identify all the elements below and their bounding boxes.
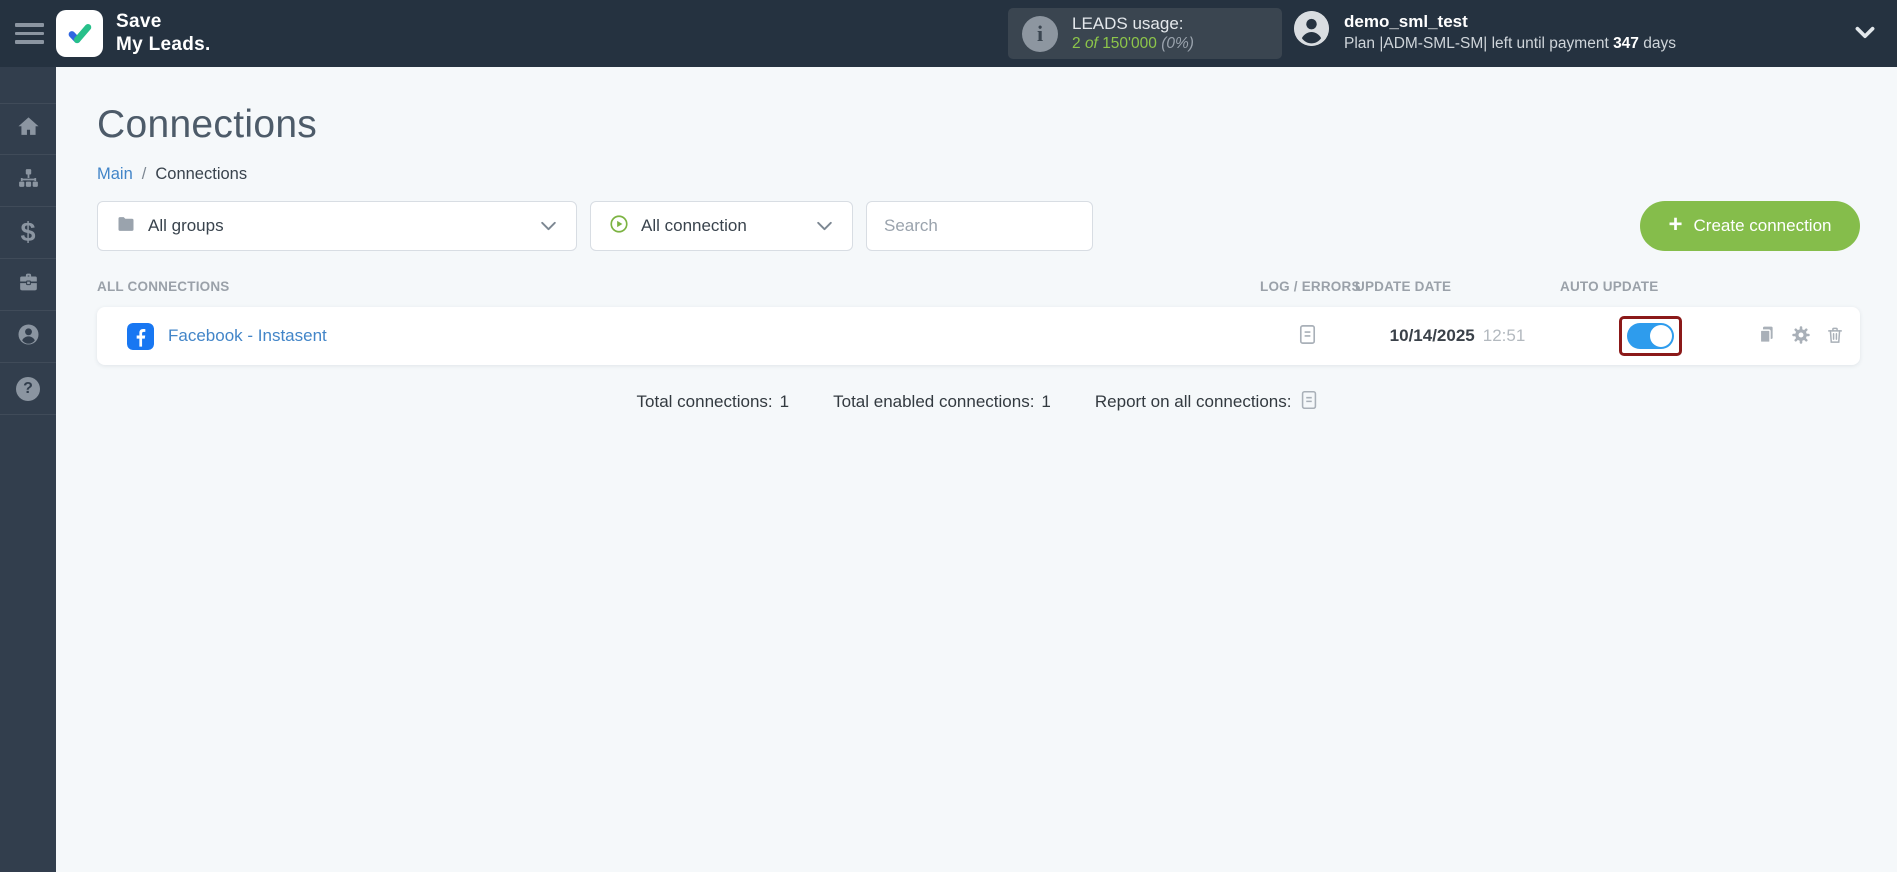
leads-usage-label: LEADS usage: (1072, 14, 1184, 34)
sidebar: $ ? (0, 67, 56, 872)
hamburger-menu-button[interactable] (15, 23, 44, 44)
user-menu[interactable]: demo_sml_test Plan |ADM-SML-SM| left unt… (1294, 11, 1676, 56)
trash-icon (1825, 325, 1845, 348)
total-connections: Total connections: 1 (636, 391, 790, 411)
update-time: 12:51 (1482, 326, 1526, 345)
connection-row: Facebook - Instasent 10/14/2025 12:51 (97, 307, 1860, 365)
connection-filter-dropdown[interactable]: All connection (590, 201, 853, 251)
groups-filter-value: All groups (148, 216, 224, 235)
breadcrumb-separator: / (141, 165, 147, 183)
log-errors-button[interactable] (1296, 323, 1319, 349)
filter-row: All groups All connection + Create conne… (97, 201, 1860, 251)
breadcrumb-current: Connections (155, 165, 248, 183)
leads-usage-value: 2 of 150'000 (0%) (1072, 35, 1194, 53)
sidebar-item-services[interactable] (0, 259, 56, 311)
search-input[interactable] (866, 201, 1093, 251)
top-header: Save My Leads. i LEADS usage: 2 of 150'0… (0, 0, 1897, 67)
chevron-down-icon (815, 219, 834, 233)
profile-icon (16, 322, 41, 352)
sidebar-item-connections[interactable] (0, 155, 56, 207)
settings-connection-button[interactable] (1790, 324, 1812, 349)
sidebar-item-billing[interactable]: $ (0, 207, 56, 259)
avatar (1294, 11, 1329, 46)
breadcrumb: Main / Connections (97, 165, 1860, 184)
leads-usage-badge[interactable]: i LEADS usage: 2 of 150'000 (0%) (1008, 8, 1282, 59)
info-icon: i (1022, 15, 1058, 52)
chevron-down-icon[interactable] (1852, 22, 1878, 49)
total-enabled-connections: Total enabled connections: 1 (833, 391, 1051, 411)
facebook-icon (127, 322, 154, 350)
report-all-connections: Report on all connections: (1095, 389, 1321, 414)
table-header-row: ALL CONNECTIONS LOG / ERRORS UPDATE DATE… (97, 279, 1860, 294)
gear-icon (1790, 324, 1812, 349)
app-logo[interactable]: Save My Leads. (56, 10, 211, 57)
toggle-knob (1649, 325, 1672, 347)
copy-connection-button[interactable] (1756, 324, 1777, 348)
document-icon (1296, 323, 1319, 349)
column-header-update-date: UPDATE DATE (1355, 279, 1452, 294)
home-icon (16, 114, 41, 144)
sidebar-item-home[interactable] (0, 103, 56, 155)
sidebar-item-help[interactable]: ? (0, 363, 56, 415)
chevron-down-icon (539, 219, 558, 233)
help-icon: ? (16, 376, 40, 401)
sitemap-icon (16, 166, 41, 196)
create-connection-button[interactable]: + Create connection (1640, 201, 1860, 251)
plan-info: Plan |ADM-SML-SM| left until payment 347… (1344, 35, 1676, 53)
breadcrumb-main-link[interactable]: Main (97, 165, 133, 184)
report-document-icon (1298, 389, 1320, 414)
copy-icon (1756, 324, 1777, 348)
update-date-cell: 10/14/2025 12:51 (1355, 326, 1560, 346)
connection-filter-value: All connection (641, 216, 747, 235)
update-date: 10/14/2025 (1389, 326, 1475, 345)
username: demo_sml_test (1344, 12, 1468, 31)
billing-icon: $ (20, 217, 36, 247)
folder-icon (116, 214, 136, 239)
play-circle-icon (609, 214, 629, 239)
summary-row: Total connections: 1 Total enabled conne… (97, 389, 1860, 414)
auto-update-toggle-highlight (1618, 316, 1682, 356)
column-header-auto-update: AUTO UPDATE (1560, 279, 1659, 294)
page-title: Connections (97, 103, 318, 146)
column-header-all-connections: ALL CONNECTIONS (97, 279, 230, 294)
column-header-log-errors: LOG / ERRORS (1260, 279, 1361, 294)
sidebar-item-profile[interactable] (0, 311, 56, 363)
main-content: Connections Main / Connections All group… (56, 67, 1897, 872)
report-download-button[interactable] (1298, 389, 1320, 414)
services-icon (16, 270, 41, 300)
logo-text: Save My Leads. (116, 11, 211, 55)
groups-filter-dropdown[interactable]: All groups (97, 201, 577, 251)
plus-icon: + (1668, 211, 1683, 238)
connection-name-link[interactable]: Facebook - Instasent (168, 326, 327, 346)
auto-update-toggle[interactable] (1626, 323, 1674, 349)
delete-connection-button[interactable] (1825, 325, 1845, 348)
logo-checkmark-icon (56, 10, 103, 57)
